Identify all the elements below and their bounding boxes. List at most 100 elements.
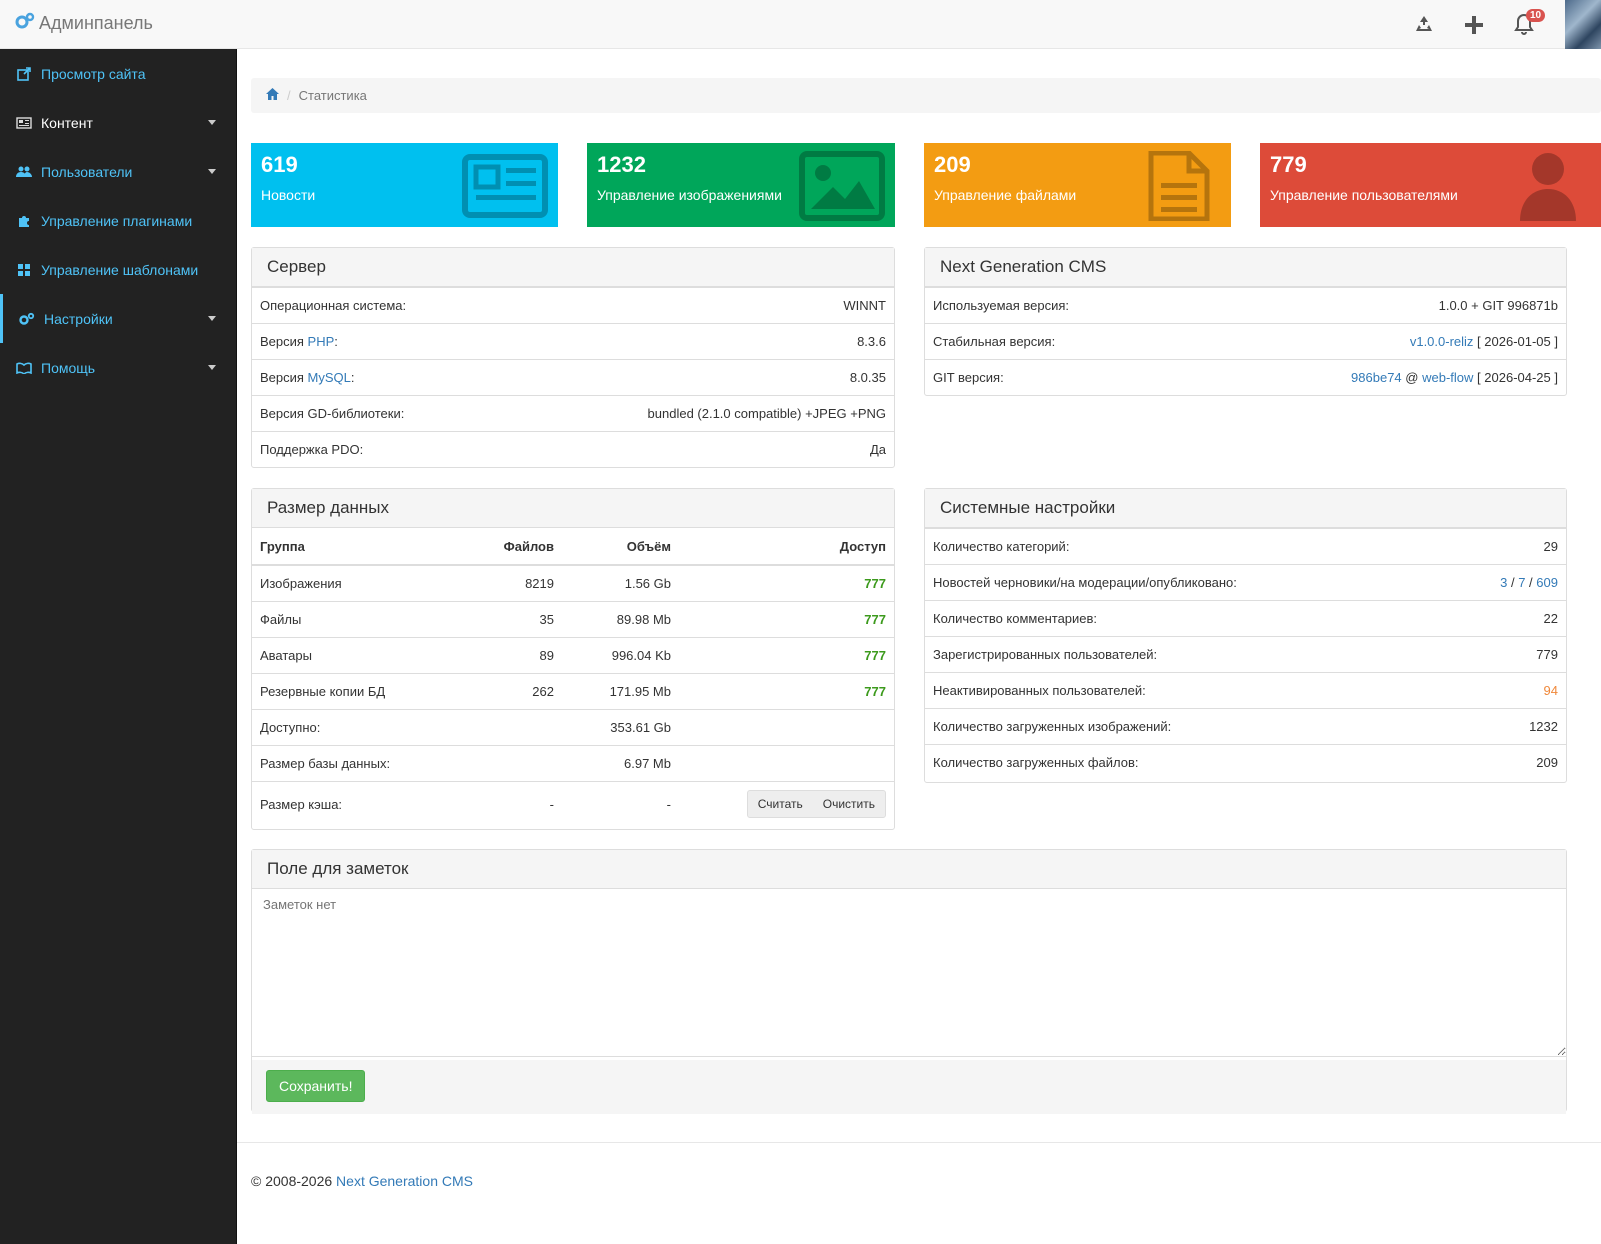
cell-volume: 1.56 Gb: [562, 564, 679, 601]
cell-group: Файлы: [252, 600, 457, 637]
stat-box-images[interactable]: 1232 Управление изображениями: [587, 143, 895, 227]
external-link-icon: [15, 66, 33, 81]
cache-button-group: Считать Очистить: [746, 790, 886, 819]
cell-files: 262: [457, 672, 562, 709]
cell-volume: 171.95 Mb: [562, 672, 679, 709]
cell-access: 777: [679, 600, 894, 637]
stable-version-link[interactable]: v1.0.0-reliz: [1410, 334, 1474, 349]
panel-title: Next Generation CMS: [925, 248, 1566, 287]
sidebar-item-label: Пользователи: [41, 163, 133, 180]
avatar[interactable]: [1565, 0, 1601, 49]
cache-size-label: Размер кэша:: [252, 780, 457, 827]
grid-icon: [15, 263, 33, 277]
cache-volume: -: [562, 780, 679, 827]
plus-icon[interactable]: [1449, 0, 1499, 49]
copyright: © 2008-2026: [251, 1173, 337, 1189]
clear-cache-button[interactable]: Очистить: [813, 791, 885, 817]
caret-down-icon: [208, 316, 216, 321]
cell-files: 35: [457, 600, 562, 637]
php-prefix: Версия: [260, 334, 308, 349]
newspaper-icon: [15, 116, 33, 129]
server-panel: Сервер Операционная система: WINNT Версия…: [251, 247, 895, 468]
notes-panel: Поле для заметок Сохранить!: [251, 849, 1567, 1114]
sidebar-item-users[interactable]: Пользователи: [0, 147, 236, 196]
news-moderation-link[interactable]: 7: [1518, 575, 1525, 590]
recycle-icon[interactable]: [1399, 0, 1449, 49]
stable-version-label: Стабильная версия:: [933, 334, 1056, 349]
gd-label: Версия GD-библиотеки:: [260, 406, 405, 421]
caret-down-icon: [208, 120, 216, 125]
registered-users-value: 779: [1536, 647, 1558, 662]
count-cache-button[interactable]: Считать: [748, 791, 813, 817]
sidebar: Просмотр сайта Контент Пользователи Упра…: [0, 49, 237, 1244]
panel-title: Системные настройки: [925, 489, 1566, 528]
table-row: Размер базы данных: 6.97 Mb: [252, 744, 894, 781]
sidebar-item-view-site[interactable]: Просмотр сайта: [0, 49, 236, 98]
cms-panel: Next Generation CMS Используемая версия:…: [924, 247, 1567, 396]
git-branch-link[interactable]: web-flow: [1422, 370, 1473, 385]
news-label: Новостей черновики/на модерации/опублико…: [933, 575, 1237, 590]
cell-access: 777: [679, 672, 894, 709]
panel-title: Сервер: [252, 248, 894, 287]
sidebar-item-label: Помощь: [41, 359, 96, 376]
inactive-users-value[interactable]: 94: [1544, 683, 1558, 698]
db-size-value: 6.97 Mb: [562, 744, 679, 781]
table-row: Резервные копии БД 262 171.95 Mb 777: [252, 672, 894, 709]
cell-volume: 89.98 Mb: [562, 600, 679, 637]
inactive-users-label: Неактивированных пользователей:: [933, 683, 1146, 698]
brand[interactable]: Админпанель: [15, 12, 153, 35]
cell-access: 777: [679, 564, 894, 601]
db-size-label: Размер базы данных:: [252, 744, 457, 781]
notes-textarea[interactable]: [252, 889, 1566, 1057]
table-row: Доступно: 353.61 Gb: [252, 708, 894, 745]
gd-version: bundled (2.1.0 compatible) +JPEG +PNG: [647, 406, 886, 421]
stat-box-files[interactable]: 209 Управление файлами: [924, 143, 1231, 227]
cell-access: 777: [679, 636, 894, 673]
sidebar-item-label: Настройки: [44, 310, 113, 327]
git-date: [ 2026-04-25 ]: [1477, 370, 1558, 385]
stable-date: [ 2026-01-05 ]: [1477, 334, 1558, 349]
cache-files: -: [457, 780, 562, 827]
os-label: Операционная система:: [260, 298, 407, 313]
users-icon: [15, 166, 33, 178]
news-draft-link[interactable]: 3: [1500, 575, 1507, 590]
php-suffix: :: [334, 334, 338, 349]
registered-users-label: Зарегистрированных пользователей:: [933, 647, 1158, 662]
footer-cms-link[interactable]: Next Generation CMS: [336, 1173, 473, 1189]
comments-value: 22: [1543, 611, 1558, 626]
stat-box-users[interactable]: 779 Управление пользователями: [1260, 143, 1601, 227]
uploaded-images-value: 1232: [1529, 719, 1558, 734]
brand-title: Админпанель: [39, 13, 153, 33]
system-settings-panel: Системные настройки Количество категорий…: [924, 488, 1567, 783]
sidebar-item-plugins[interactable]: Управление плагинами: [0, 196, 236, 245]
breadcrumb-current: Статистика: [298, 88, 367, 103]
git-hash-link[interactable]: 986be74: [1351, 370, 1402, 385]
git-version-label: GIT версия:: [933, 370, 1004, 385]
bell-icon[interactable]: 10: [1499, 0, 1549, 49]
sidebar-item-templates[interactable]: Управление шаблонами: [0, 245, 236, 294]
table-row: Файлы 35 89.98 Mb 777: [252, 600, 894, 637]
save-notes-button[interactable]: Сохранить!: [266, 1070, 366, 1102]
book-icon: [15, 362, 33, 374]
image-icon: [799, 151, 885, 221]
caret-down-icon: [208, 169, 216, 174]
pdo-value: Да: [869, 442, 886, 457]
home-icon[interactable]: [266, 88, 279, 103]
sidebar-item-content[interactable]: Контент: [0, 98, 236, 147]
available-label: Доступно:: [252, 708, 457, 745]
uploaded-files-label: Количество загруженных файлов:: [933, 755, 1139, 770]
puzzle-icon: [15, 214, 33, 228]
sidebar-item-help[interactable]: Помощь: [0, 343, 236, 392]
php-link[interactable]: PHP: [308, 334, 335, 349]
used-version: 1.0.0 + GIT 996871b: [1438, 298, 1558, 313]
mysql-link[interactable]: MySQL: [308, 370, 351, 385]
stat-box-news[interactable]: 619 Новости: [251, 143, 558, 227]
col-access: Доступ: [679, 528, 894, 566]
table-row: Изображения 8219 1.56 Gb 777: [252, 564, 894, 601]
cell-volume: 996.04 Kb: [562, 636, 679, 673]
sidebar-item-settings[interactable]: Настройки: [0, 294, 236, 343]
categories-value: 29: [1543, 539, 1558, 554]
git-at: @: [1405, 370, 1419, 385]
top-navbar: Админпанель 10: [0, 0, 1601, 49]
news-published-link[interactable]: 609: [1536, 575, 1558, 590]
